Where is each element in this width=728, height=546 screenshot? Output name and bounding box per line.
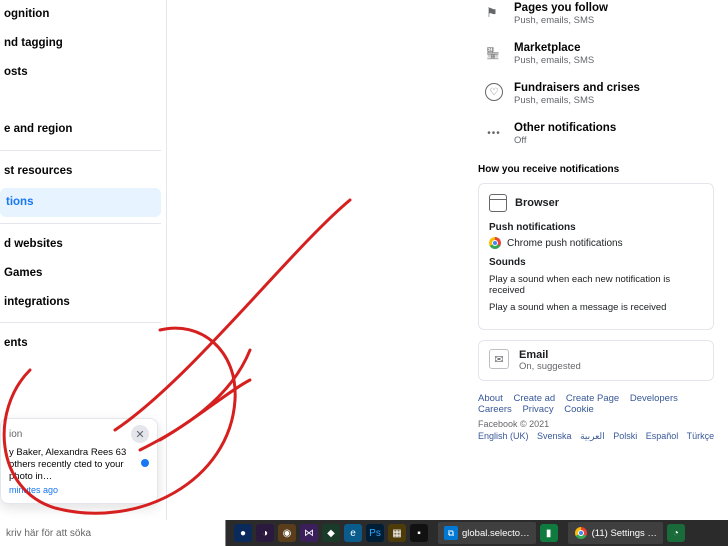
- flag-icon: [484, 2, 504, 22]
- notif-sub: Push, emails, SMS: [514, 95, 640, 106]
- taskbar-icons: ● ◑ ◉ ⋈ ◆ e Ps ▦ ▪ ⧉ global.selecto… ▮ (…: [226, 522, 685, 544]
- taskbar-app-chrome[interactable]: (11) Settings …: [568, 522, 663, 544]
- push-heading: Push notifications: [489, 222, 703, 233]
- sound-option-1[interactable]: Play a sound when each new notification …: [489, 274, 703, 296]
- taskbar-search-placeholder: kriv här för att söka: [6, 528, 91, 539]
- notif-type-row[interactable]: Pages you followPush, emails, SMS: [450, 0, 718, 36]
- taskbar-app-label: (11) Settings …: [592, 528, 657, 539]
- notif-title: Other notifications: [514, 122, 616, 134]
- chrome-push-row[interactable]: Chrome push notifications: [489, 237, 703, 249]
- footer-link[interactable]: Create ad: [513, 393, 555, 404]
- taskbar-app-label: global.selecto…: [462, 528, 530, 539]
- sidebar-item-ents[interactable]: ents: [0, 329, 165, 358]
- taskbar-search[interactable]: kriv här för att söka: [0, 520, 226, 546]
- footer-link[interactable]: About: [478, 393, 503, 404]
- footer-link[interactable]: Privacy: [522, 404, 553, 415]
- sidebar-item-notifications[interactable]: tions: [0, 188, 161, 217]
- email-icon: ✉: [489, 349, 509, 369]
- chrome-push-label: Chrome push notifications: [507, 238, 623, 249]
- taskbar-icon[interactable]: ●: [234, 524, 252, 542]
- taskbar-icon[interactable]: ▮: [540, 524, 558, 542]
- taskbar-icon[interactable]: e: [344, 524, 362, 542]
- chrome-icon: [489, 237, 501, 249]
- dots-icon: [484, 122, 504, 142]
- notif-type-row[interactable]: Fundraisers and crisesPush, emails, SMS: [450, 76, 718, 116]
- footer-link[interactable]: Cookie: [564, 404, 594, 415]
- notif-title: Pages you follow: [514, 2, 608, 14]
- store-icon: [484, 42, 504, 62]
- windows-taskbar: kriv här för att söka ● ◑ ◉ ⋈ ◆ e Ps ▦ ▪…: [0, 520, 728, 546]
- lang-link[interactable]: Svenska: [537, 431, 572, 441]
- heart-icon: [484, 82, 504, 102]
- toast-time: minutes ago: [9, 485, 135, 495]
- lang-link[interactable]: العربية: [580, 431, 605, 441]
- taskbar-icon[interactable]: ⋈: [300, 524, 318, 542]
- footer-languages: English (UK) Svenska العربية Polski Espa…: [450, 429, 718, 442]
- email-sub: On, suggested: [519, 361, 581, 372]
- lang-link[interactable]: Español: [646, 431, 679, 441]
- taskbar-icon[interactable]: ◑: [256, 524, 274, 542]
- sounds-heading: Sounds: [489, 257, 703, 268]
- sidebar-item-websites[interactable]: d websites: [0, 230, 165, 259]
- browser-icon: [489, 194, 507, 212]
- lang-link[interactable]: Polski: [613, 431, 637, 441]
- sidebar-separator: [0, 322, 161, 323]
- section-heading-receive: How you receive notifications: [450, 156, 718, 181]
- browser-title: Browser: [515, 197, 559, 209]
- sidebar-item-blank2[interactable]: [0, 101, 165, 115]
- footer-link[interactable]: Create Page: [566, 393, 619, 404]
- taskbar-icon[interactable]: ▪: [410, 524, 428, 542]
- taskbar-icon[interactable]: ◉: [278, 524, 296, 542]
- sidebar-separator: [0, 223, 161, 224]
- toast-message: y Baker, Alexandra Rees 63 others recent…: [9, 447, 135, 483]
- notif-type-row[interactable]: Other notificationsOff: [450, 116, 718, 156]
- sidebar-separator: [0, 150, 161, 151]
- footer-links: About Create ad Create Page Developers C…: [450, 389, 718, 415]
- taskbar-icon-photoshop[interactable]: Ps: [366, 524, 384, 542]
- taskbar-icon[interactable]: ◔: [667, 524, 685, 542]
- footer-link[interactable]: Developers: [630, 393, 678, 404]
- notification-toast[interactable]: ion ✕ y Baker, Alexandra Rees 63 others …: [0, 418, 158, 504]
- notif-title: Marketplace: [514, 42, 594, 54]
- toast-header: ion: [9, 429, 22, 440]
- notif-sub: Push, emails, SMS: [514, 55, 594, 66]
- footer-link[interactable]: Careers: [478, 404, 512, 415]
- taskbar-app-vscode[interactable]: ⧉ global.selecto…: [438, 522, 536, 544]
- sound-option-2[interactable]: Play a sound when a message is received: [489, 302, 703, 313]
- sidebar-item-posts[interactable]: osts: [0, 58, 165, 87]
- toast-close-button[interactable]: ✕: [131, 425, 149, 443]
- notif-sub: Push, emails, SMS: [514, 15, 608, 26]
- notif-sub: Off: [514, 135, 616, 146]
- main-column: Push, emails, SMS Pages you followPush, …: [450, 0, 728, 442]
- taskbar-icon[interactable]: ▦: [388, 524, 406, 542]
- lang-link[interactable]: English (UK): [478, 431, 529, 441]
- unread-dot-icon: [141, 459, 149, 467]
- sidebar-item-tagging[interactable]: nd tagging: [0, 29, 165, 58]
- lang-link[interactable]: Türkçe: [687, 431, 715, 441]
- taskbar-icon[interactable]: ◆: [322, 524, 340, 542]
- browser-panel: Browser Push notifications Chrome push n…: [478, 183, 714, 330]
- notif-title: Fundraisers and crises: [514, 82, 640, 94]
- email-title: Email: [519, 349, 581, 361]
- email-panel[interactable]: ✉ EmailOn, suggested: [478, 340, 714, 381]
- sidebar-item-recognition[interactable]: ognition: [0, 0, 165, 29]
- sidebar-item-integrations[interactable]: integrations: [0, 288, 165, 317]
- sidebar-item-region[interactable]: e and region: [0, 115, 165, 144]
- sidebar-item-blank1[interactable]: [0, 87, 165, 101]
- sidebar-item-resources[interactable]: st resources: [0, 157, 165, 186]
- sidebar-divider: [166, 0, 167, 520]
- sidebar-item-games[interactable]: Games: [0, 259, 165, 288]
- notif-type-row[interactable]: MarketplacePush, emails, SMS: [450, 36, 718, 76]
- footer-copyright: Facebook © 2021: [450, 415, 718, 429]
